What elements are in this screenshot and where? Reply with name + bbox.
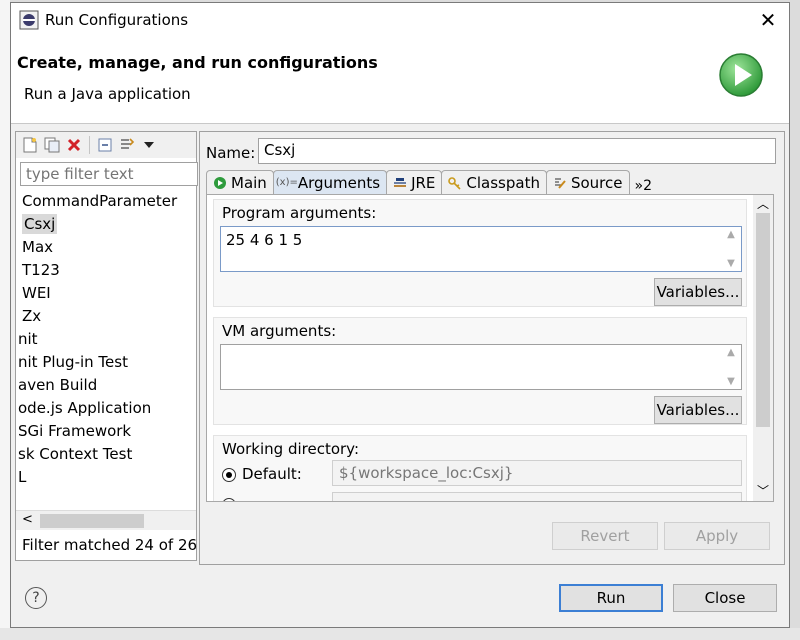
working-directory-section: Working directory: Default: ${workspace_… bbox=[213, 435, 747, 501]
window-title: Run Configurations bbox=[45, 11, 189, 29]
help-icon[interactable]: ? bbox=[25, 587, 47, 609]
textarea-scrollbar[interactable]: ▲ ▼ bbox=[723, 229, 739, 269]
tree-item[interactable]: nit Plug-in Test bbox=[16, 351, 196, 374]
chevron-left-icon[interactable]: < bbox=[22, 512, 33, 527]
vm-arguments-label: VM arguments: bbox=[222, 322, 337, 340]
vm-arguments-input[interactable]: ▲ ▼ bbox=[220, 344, 742, 390]
close-button[interactable]: Close bbox=[673, 584, 777, 612]
scroll-thumb[interactable] bbox=[40, 514, 144, 528]
filter-input[interactable] bbox=[20, 162, 198, 186]
source-icon bbox=[553, 176, 567, 190]
more-tabs-button[interactable]: »2 bbox=[635, 178, 652, 194]
program-arguments-label: Program arguments: bbox=[222, 204, 377, 222]
other-radio[interactable] bbox=[222, 498, 236, 501]
duplicate-icon[interactable] bbox=[42, 135, 62, 155]
background-strip-bottom bbox=[0, 628, 800, 640]
header-subtitle: Run a Java application bbox=[24, 85, 191, 103]
chevron-up-icon[interactable]: ︿ bbox=[757, 195, 769, 212]
tab-jre[interactable]: JRE bbox=[386, 170, 443, 194]
configuration-tree-panel: CommandParameter Csxj Max T123 WEI Zx ni… bbox=[15, 131, 206, 561]
chevron-down-icon[interactable] bbox=[139, 135, 159, 155]
configuration-tree: CommandParameter Csxj Max T123 WEI Zx ni… bbox=[16, 190, 196, 489]
run-button[interactable]: Run bbox=[559, 584, 663, 612]
arguments-icon: (x)= bbox=[275, 177, 298, 188]
program-arguments-input[interactable]: 25 4 6 1 5 ▲ ▼ bbox=[220, 226, 742, 272]
default-label: Default: bbox=[242, 465, 302, 483]
vm-arguments-section: VM arguments: ▲ ▼ Variables... bbox=[213, 317, 747, 425]
program-variables-button[interactable]: Variables... bbox=[654, 278, 742, 306]
tree-item[interactable]: Max bbox=[16, 236, 196, 259]
run-configurations-dialog: Run Configurations ✕ Create, manage, and… bbox=[10, 2, 790, 628]
horizontal-scrollbar[interactable]: < bbox=[16, 510, 196, 530]
arguments-tab-content: Program arguments: 25 4 6 1 5 ▲ ▼ Variabl… bbox=[206, 194, 774, 502]
tree-item[interactable]: T123 bbox=[16, 259, 196, 282]
other-directory-field[interactable] bbox=[332, 492, 742, 501]
new-configuration-icon[interactable] bbox=[20, 135, 40, 155]
main-icon bbox=[213, 176, 227, 190]
scroll-thumb[interactable] bbox=[756, 213, 770, 427]
close-window-icon[interactable]: ✕ bbox=[755, 7, 781, 33]
apply-button[interactable]: Apply bbox=[664, 522, 770, 550]
tree-item[interactable]: SGi Framework bbox=[16, 420, 196, 443]
filter-icon[interactable] bbox=[117, 135, 137, 155]
vm-variables-button[interactable]: Variables... bbox=[654, 396, 742, 424]
background-strip-left bbox=[0, 0, 10, 640]
name-label: Name: bbox=[206, 144, 256, 162]
dialog-header: Create, manage, and run configurations R… bbox=[11, 37, 789, 124]
tab-source[interactable]: Source bbox=[545, 170, 630, 194]
tree-item[interactable]: sk Context Test bbox=[16, 443, 196, 466]
tree-item[interactable]: nit bbox=[16, 328, 196, 351]
chevron-down-icon[interactable]: ﹀ bbox=[757, 482, 769, 499]
tree-item[interactable]: L bbox=[16, 466, 196, 489]
tree-item-selected[interactable]: Csxj bbox=[16, 213, 196, 236]
jre-icon bbox=[393, 176, 407, 190]
program-arguments-section: Program arguments: 25 4 6 1 5 ▲ ▼ Variabl… bbox=[213, 199, 747, 307]
tab-strip: Main (x)= Arguments JRE Classpath Source… bbox=[206, 170, 774, 194]
textarea-scrollbar[interactable]: ▲ ▼ bbox=[723, 347, 739, 387]
vertical-scrollbar[interactable]: ︿ ﹀ bbox=[753, 195, 773, 501]
tree-item[interactable]: CommandParameter bbox=[16, 190, 196, 213]
tab-classpath[interactable]: Classpath bbox=[441, 170, 547, 194]
tree-item[interactable]: Zx bbox=[16, 305, 196, 328]
eclipse-icon bbox=[19, 10, 39, 30]
classpath-icon bbox=[448, 176, 462, 190]
tab-arguments[interactable]: (x)= Arguments bbox=[272, 170, 388, 194]
name-input[interactable]: Csxj bbox=[258, 138, 776, 164]
collapse-all-icon[interactable] bbox=[95, 135, 115, 155]
title-bar: Run Configurations ✕ bbox=[11, 3, 789, 37]
tree-toolbar bbox=[16, 132, 196, 158]
default-directory-field: ${workspace_loc:Csxj} bbox=[332, 460, 742, 486]
default-radio[interactable] bbox=[222, 468, 236, 482]
tree-item[interactable]: WEI bbox=[16, 282, 196, 305]
tree-item[interactable]: aven Build bbox=[16, 374, 196, 397]
run-icon bbox=[719, 53, 763, 97]
tab-main[interactable]: Main bbox=[206, 170, 274, 194]
revert-button[interactable]: Revert bbox=[552, 522, 658, 550]
header-title: Create, manage, and run configurations bbox=[17, 53, 378, 72]
working-directory-label: Working directory: bbox=[222, 440, 360, 458]
delete-icon[interactable] bbox=[64, 135, 84, 155]
filter-status: Filter matched 24 of 26 i bbox=[22, 536, 206, 554]
configuration-editor: Name: Csxj Main (x)= Arguments JRE Class… bbox=[199, 131, 785, 565]
tree-item[interactable]: ode.js Application bbox=[16, 397, 196, 420]
